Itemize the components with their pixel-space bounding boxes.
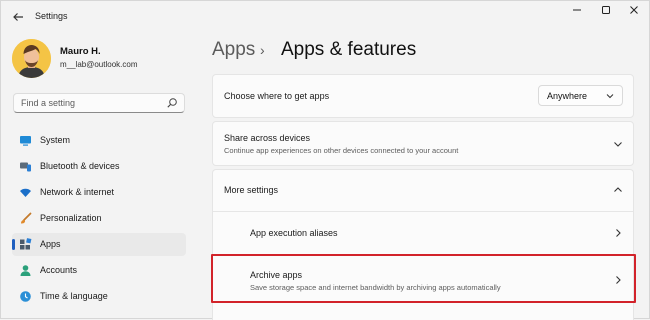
minimize-button[interactable]: [567, 5, 587, 21]
maximize-icon: [602, 6, 610, 14]
close-button[interactable]: [624, 5, 644, 21]
chevron-right-icon: [616, 229, 621, 237]
back-button[interactable]: [9, 8, 27, 26]
more-settings-header[interactable]: More settings: [213, 170, 633, 211]
brush-icon: [21, 212, 32, 224]
breadcrumb-separator: ›: [260, 42, 265, 58]
sidebar-item-apps[interactable]: Apps: [12, 233, 186, 256]
minimize-icon: [573, 9, 581, 11]
sidebar-item-system[interactable]: System: [12, 129, 186, 152]
title-bar: Settings: [1, 1, 650, 33]
sidebar-item-personalization[interactable]: Personalization: [12, 207, 186, 230]
search-icon: [167, 98, 177, 108]
chevron-up-icon: [614, 187, 622, 192]
back-arrow-icon: [13, 13, 23, 21]
sidebar-item-label: Apps: [40, 239, 61, 249]
page-title: Apps & features: [281, 39, 417, 60]
chevron-down-icon: [614, 142, 622, 147]
sidebar-item-label: Personalization: [40, 213, 102, 223]
apps-icon: [20, 238, 32, 250]
sidebar-item-label: Time & language: [40, 291, 108, 301]
person-icon: [20, 265, 31, 276]
avatar-picture-icon: [12, 39, 51, 78]
bluetooth-devices-icon: [20, 162, 31, 172]
settings-window: Settings Mauro H. m__lab@outlook.com Fin…: [0, 0, 650, 320]
share-devices-description: Continue app experiences on other device…: [224, 146, 459, 155]
sidebar-item-accounts[interactable]: Accounts: [12, 259, 186, 282]
avatar[interactable]: [12, 39, 51, 78]
close-icon: [630, 6, 638, 14]
more-settings-title: More settings: [224, 185, 279, 195]
sidebar-item-time-language[interactable]: Time & language: [12, 285, 186, 308]
get-apps-value: Anywhere: [547, 91, 588, 101]
globe-clock-icon: [20, 291, 31, 302]
app-execution-aliases-row[interactable]: App execution aliases: [213, 212, 633, 254]
monitor-icon: [20, 136, 31, 146]
sidebar-item-label: System: [40, 135, 71, 145]
sidebar-item-label: Network & internet: [40, 187, 115, 197]
sidebar-item-bluetooth[interactable]: Bluetooth & devices: [12, 155, 186, 178]
share-devices-card[interactable]: Share across devices Continue app experi…: [212, 121, 634, 166]
maximize-button[interactable]: [596, 5, 616, 21]
chevron-down-icon: [606, 94, 614, 99]
user-name: Mauro H.: [60, 46, 101, 57]
highlight-box: [211, 254, 636, 303]
breadcrumb-parent[interactable]: Apps: [212, 39, 255, 61]
sidebar-item-label: Bluetooth & devices: [40, 161, 120, 171]
search-input[interactable]: Find a setting: [13, 93, 185, 113]
get-apps-title: Choose where to get apps: [224, 91, 330, 101]
sidebar-item-network[interactable]: Network & internet: [12, 181, 186, 204]
wifi-icon: [20, 188, 31, 197]
sidebar-item-label: Accounts: [40, 265, 78, 275]
selected-indicator: [12, 239, 15, 250]
user-email: m__lab@outlook.com: [60, 60, 138, 69]
get-apps-dropdown[interactable]: Anywhere: [538, 85, 623, 106]
window-title: Settings: [35, 11, 68, 21]
share-devices-title: Share across devices: [224, 133, 311, 143]
app-execution-aliases-title: App execution aliases: [250, 228, 338, 238]
search-placeholder: Find a setting: [21, 98, 76, 108]
